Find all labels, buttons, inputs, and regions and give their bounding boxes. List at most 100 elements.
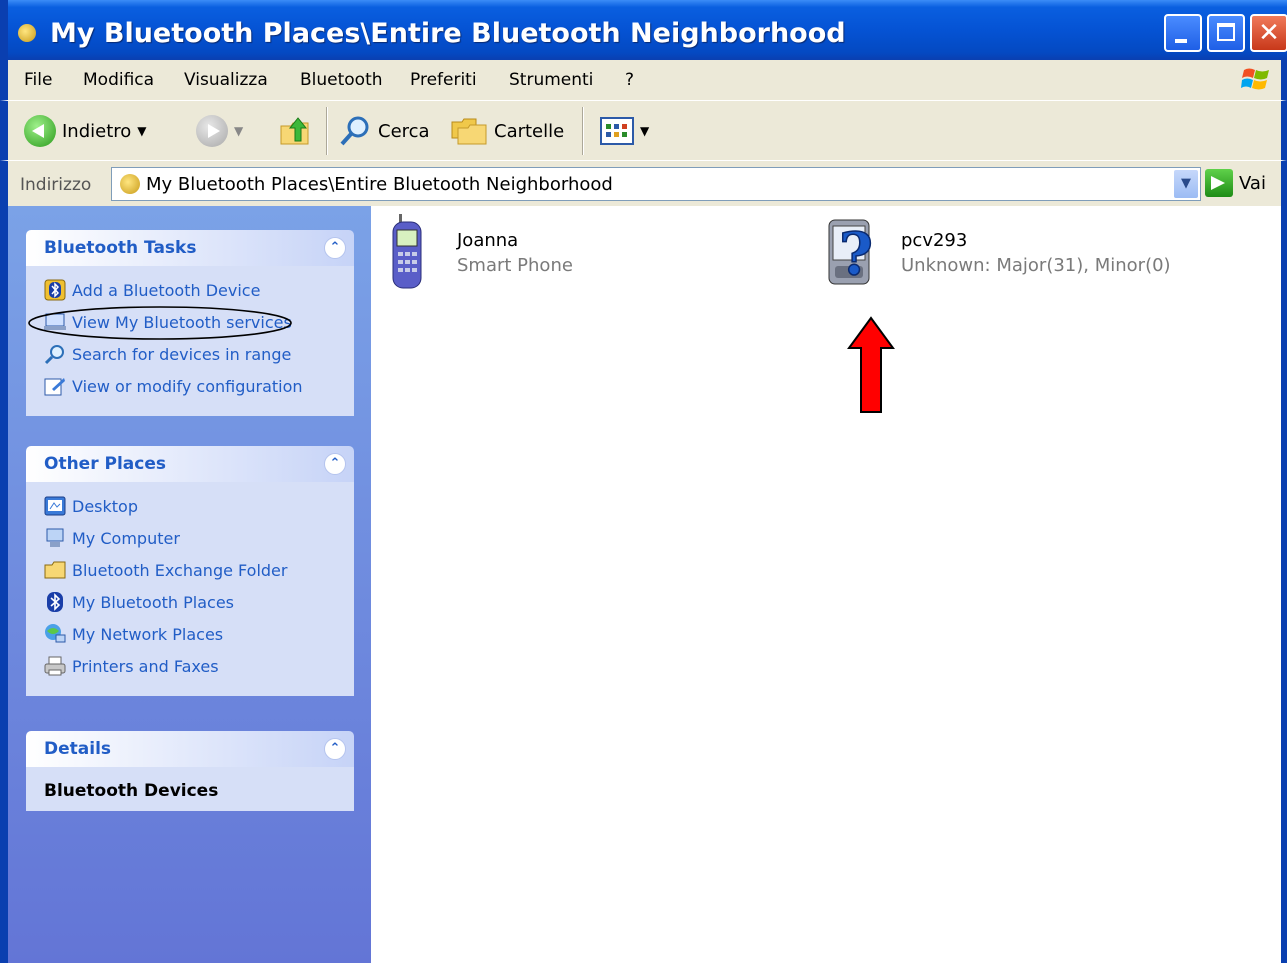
my-network-places-link[interactable]: My Network Places [26, 618, 354, 650]
annotation-ellipse [28, 306, 292, 340]
address-bar: Indirizzo My Bluetooth Places\Entire Blu… [0, 160, 1287, 206]
my-bluetooth-places-link[interactable]: My Bluetooth Places [26, 586, 354, 618]
menu-preferiti[interactable]: Preferiti [410, 70, 477, 90]
my-network-places-label: My Network Places [72, 624, 224, 644]
device-list: Joanna Smart Phone ? pcv293 Unknown: Maj… [371, 206, 1287, 963]
go-label: Vai [1239, 172, 1266, 194]
minimize-button[interactable] [1164, 14, 1202, 52]
folder-icon [44, 561, 66, 579]
go-arrow-icon [1205, 169, 1233, 197]
my-computer-label: My Computer [72, 528, 180, 548]
folders-icon [451, 118, 487, 145]
annotation-arrow [847, 316, 895, 413]
go-button[interactable]: Vai [1205, 169, 1266, 197]
desktop-icon [44, 496, 66, 516]
view-modify-configuration-link[interactable]: View or modify configuration [26, 370, 354, 402]
maximize-icon [1217, 23, 1235, 41]
menu-bluetooth[interactable]: Bluetooth [300, 70, 383, 90]
add-bluetooth-device-link[interactable]: Add a Bluetooth Device [26, 274, 354, 306]
views-button[interactable]: ▼ [600, 111, 649, 151]
search-devices-link[interactable]: Search for devices in range [26, 338, 354, 370]
bluetooth-places-icon [18, 24, 36, 42]
bluetooth-exchange-folder-label: Bluetooth Exchange Folder [72, 560, 288, 580]
search-icon [44, 345, 64, 365]
bluetooth-tasks-title: Bluetooth Tasks [44, 238, 197, 258]
collapse-icon[interactable]: ⌃ [324, 453, 346, 475]
view-modify-configuration-label: View or modify configuration [72, 376, 303, 396]
view-bluetooth-services-link[interactable]: View My Bluetooth services [26, 306, 354, 340]
back-dropdown-icon[interactable]: ▼ [137, 124, 146, 138]
back-label: Indietro [62, 120, 132, 142]
window-title: My Bluetooth Places\Entire Bluetooth Nei… [50, 18, 846, 49]
back-arrow-icon [24, 115, 56, 147]
computer-icon [46, 528, 64, 547]
details-header[interactable]: Details ⌃ [26, 731, 354, 767]
up-folder-icon [280, 117, 309, 145]
search-icon [340, 116, 369, 146]
other-places-title: Other Places [44, 454, 166, 474]
bluetooth-tasks-body: Add a Bluetooth Device View My Bluetooth… [26, 266, 354, 416]
windows-logo-icon [1241, 68, 1269, 90]
device-name: Joanna [457, 230, 519, 251]
views-dropdown-icon[interactable]: ▼ [640, 124, 649, 138]
device-type: Unknown: Major(31), Minor(0) [901, 255, 1171, 276]
menu-file[interactable]: File [24, 70, 52, 90]
add-bluetooth-device-label: Add a Bluetooth Device [72, 280, 261, 300]
close-icon: ✕ [1258, 18, 1280, 48]
title-bar[interactable]: My Bluetooth Places\Entire Bluetooth Nei… [0, 0, 1287, 60]
address-label: Indirizzo [20, 175, 92, 195]
minimize-icon [1175, 39, 1187, 43]
menu-strumenti[interactable]: Strumenti [509, 70, 593, 90]
up-folder-button[interactable] [278, 111, 312, 151]
toolbar-separator [326, 107, 328, 155]
forward-dropdown-icon[interactable]: ▼ [234, 124, 243, 138]
search-button[interactable]: Cerca [338, 111, 430, 151]
search-devices-label: Search for devices in range [72, 344, 292, 364]
mobile-phone-icon [392, 214, 422, 289]
details-panel: Details ⌃ Bluetooth Devices [26, 731, 354, 811]
desktop-label: Desktop [72, 496, 138, 516]
bluetooth-add-icon [44, 279, 66, 301]
device-item-joanna[interactable]: Joanna Smart Phone [387, 212, 573, 292]
folders-label: Cartelle [494, 120, 565, 142]
printer-icon [44, 656, 66, 676]
task-pane: Bluetooth Tasks ⌃ Add a Bluetooth Device… [0, 206, 371, 963]
toolbar-separator [582, 107, 584, 155]
bluetooth-icon [47, 592, 63, 612]
configuration-icon [44, 378, 65, 396]
bluetooth-tasks-header[interactable]: Bluetooth Tasks ⌃ [26, 230, 354, 266]
my-computer-link[interactable]: My Computer [26, 522, 354, 554]
menu-modifica[interactable]: Modifica [83, 70, 154, 90]
menu-bar: File Modifica Visualizza Bluetooth Prefe… [0, 60, 1287, 100]
forward-arrow-icon [196, 115, 228, 147]
details-title: Details [44, 739, 112, 759]
folders-button[interactable]: Cartelle [450, 111, 564, 151]
close-button[interactable]: ✕ [1250, 14, 1287, 52]
bluetooth-tasks-panel: Bluetooth Tasks ⌃ Add a Bluetooth Device… [26, 230, 354, 416]
svg-text:?: ? [839, 220, 873, 288]
bluetooth-exchange-folder-link[interactable]: Bluetooth Exchange Folder [26, 554, 354, 586]
forward-button[interactable]: ▼ [196, 111, 243, 151]
device-type: Smart Phone [457, 255, 573, 276]
explorer-window: My Bluetooth Places\Entire Bluetooth Nei… [0, 0, 1287, 963]
maximize-button[interactable] [1207, 14, 1245, 52]
menu-help[interactable]: ? [625, 70, 634, 90]
device-item-pcv293[interactable]: ? pcv293 Unknown: Major(31), Minor(0) [823, 212, 1171, 292]
desktop-link[interactable]: Desktop [26, 490, 354, 522]
address-value: My Bluetooth Places\Entire Bluetooth Nei… [146, 174, 613, 195]
search-label: Cerca [378, 120, 430, 142]
menu-visualizza[interactable]: Visualizza [184, 70, 268, 90]
unknown-device-icon: ? [828, 219, 874, 289]
other-places-body: Desktop My Computer Bluetooth Exchange F… [26, 482, 354, 696]
address-input[interactable]: My Bluetooth Places\Entire Bluetooth Nei… [111, 167, 1201, 201]
my-bluetooth-places-label: My Bluetooth Places [72, 592, 234, 612]
printers-faxes-label: Printers and Faxes [72, 656, 219, 676]
bluetooth-places-icon [120, 174, 140, 194]
other-places-header[interactable]: Other Places ⌃ [26, 446, 354, 482]
address-dropdown-icon[interactable]: ▼ [1174, 170, 1198, 198]
collapse-icon[interactable]: ⌃ [324, 738, 346, 760]
views-icon [600, 117, 634, 145]
back-button[interactable]: Indietro ▼ [24, 111, 147, 151]
printers-faxes-link[interactable]: Printers and Faxes [26, 650, 354, 682]
collapse-icon[interactable]: ⌃ [324, 237, 346, 259]
